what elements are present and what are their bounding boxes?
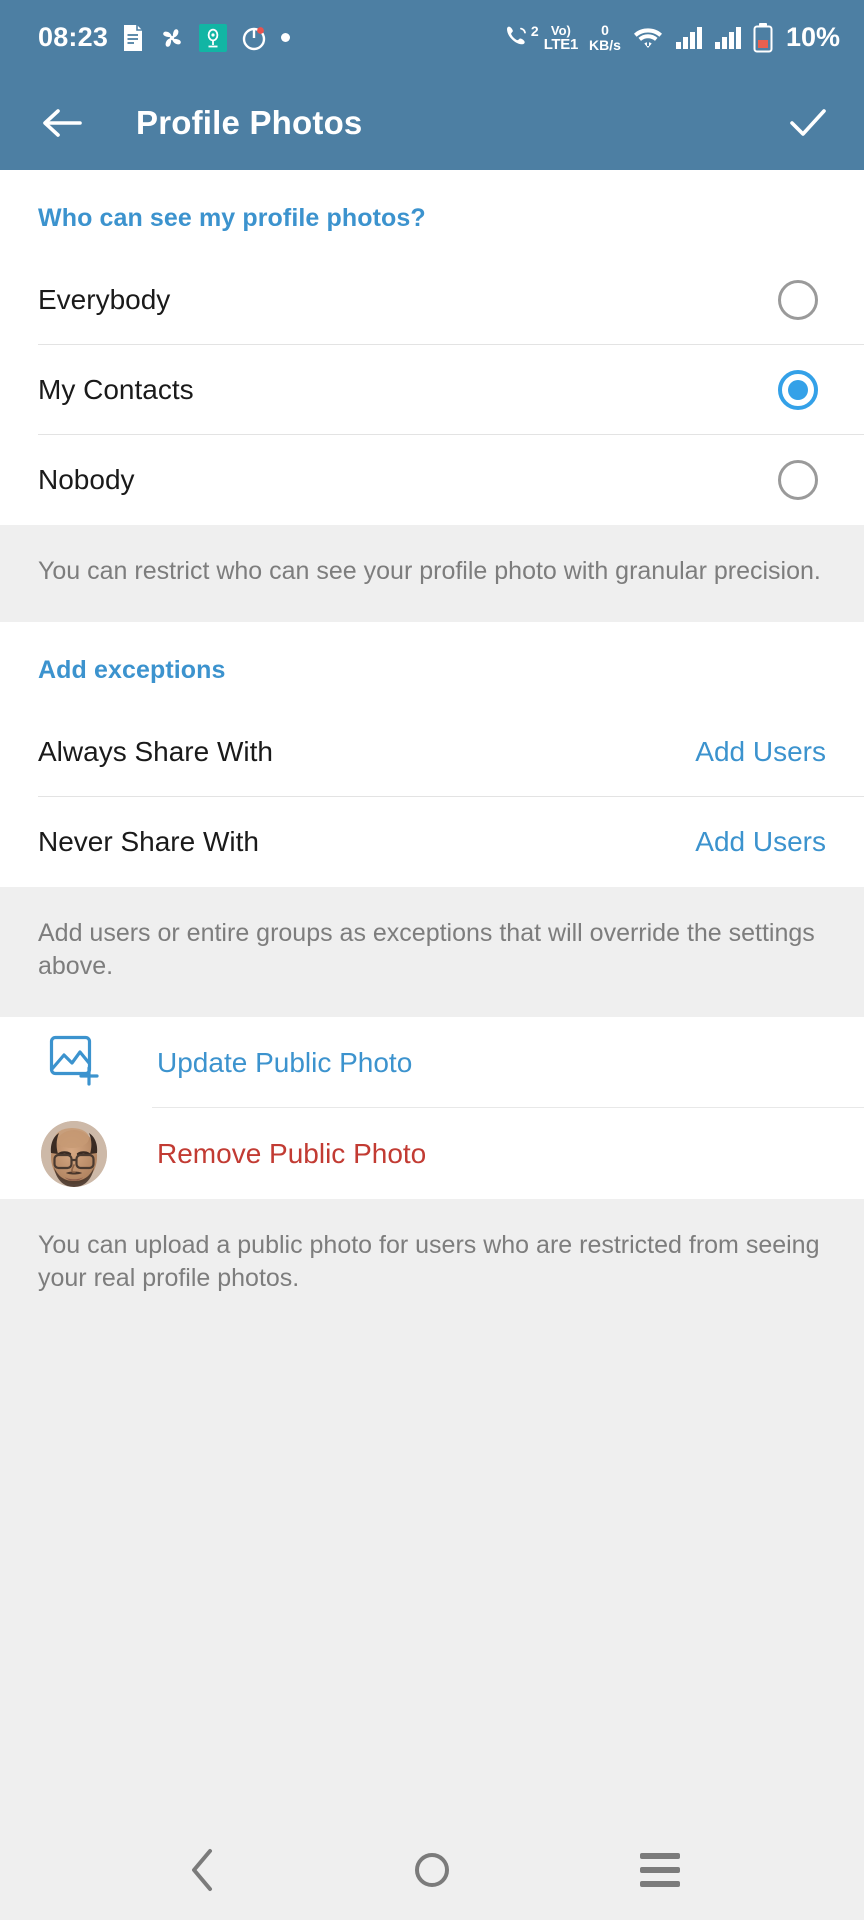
row-label: Never Share With <box>38 826 259 857</box>
add-photo-icon <box>38 1035 110 1091</box>
visibility-note: You can restrict who can see your profil… <box>0 525 864 622</box>
status-bar-clock: 08:23 <box>38 22 109 52</box>
volte-icon: Vo) LTE1 <box>543 22 579 53</box>
page-title: Profile Photos <box>136 103 363 141</box>
exceptions-section-title: Add exceptions <box>38 656 226 684</box>
option-row-everybody[interactable]: Everybody <box>0 255 864 345</box>
document-icon <box>121 24 145 52</box>
option-label: Everybody <box>38 284 171 315</box>
done-button[interactable] <box>780 95 836 151</box>
row-never-share-with[interactable]: Never Share With Add Users <box>0 797 864 887</box>
radio-my-contacts[interactable] <box>778 370 818 410</box>
avatar <box>38 1120 110 1187</box>
remove-public-photo-label: Remove Public Photo <box>157 1137 427 1169</box>
exceptions-note: Add users or entire groups as exceptions… <box>0 887 864 1017</box>
nav-home-button[interactable] <box>396 1834 468 1906</box>
status-bar: 08:23 2 Vo) LTE1 0 KB/s 10% <box>0 0 864 75</box>
visibility-card: Who can see my profile photos? Everybody… <box>0 170 864 525</box>
signal-icon <box>714 26 742 50</box>
back-button[interactable] <box>34 95 90 151</box>
app-bar: Profile Photos <box>0 75 864 170</box>
signal-icon <box>675 26 703 50</box>
network-speed-value: 0 <box>601 21 609 38</box>
network-speed-unit: KB/s <box>589 36 621 53</box>
option-row-nobody[interactable]: Nobody <box>0 435 864 525</box>
row-remove-public-photo[interactable]: Remove Public Photo <box>0 1108 864 1199</box>
arrow-left-icon <box>43 108 82 137</box>
power-timer-icon <box>240 24 268 52</box>
nav-recents-button[interactable] <box>624 1834 696 1906</box>
option-label: My Contacts <box>38 374 194 405</box>
volte-bottom-label: LTE1 <box>543 35 579 53</box>
update-public-photo-label: Update Public Photo <box>157 1046 413 1078</box>
row-always-share-with[interactable]: Always Share With Add Users <box>0 707 864 797</box>
fan-icon <box>158 24 186 52</box>
battery-percent-label: 10% <box>785 22 840 52</box>
public-photo-card: Update Public Photo Remove Public Photo <box>0 1017 864 1199</box>
status-bar-left: 08:23 <box>38 22 291 53</box>
check-icon <box>790 108 826 136</box>
system-nav-bar <box>0 1820 864 1920</box>
call-badge-count: 2 <box>530 22 539 39</box>
option-row-my-contacts[interactable]: My Contacts <box>0 345 864 435</box>
radio-everybody[interactable] <box>778 280 818 320</box>
chevron-left-icon <box>192 1849 212 1891</box>
circle-icon <box>415 1853 449 1887</box>
add-users-button[interactable]: Add Users <box>695 826 826 858</box>
status-bar-right: 2 Vo) LTE1 0 KB/s 10% <box>503 22 840 53</box>
exceptions-card: Add exceptions Always Share With Add Use… <box>0 622 864 887</box>
public-photo-note: You can upload a public photo for users … <box>0 1199 864 1329</box>
radio-nobody[interactable] <box>778 460 818 500</box>
hamburger-icon <box>640 1853 680 1887</box>
wifi-icon <box>632 25 664 51</box>
battery-icon <box>753 22 773 53</box>
row-update-public-photo[interactable]: Update Public Photo <box>0 1017 864 1108</box>
row-label: Always Share With <box>38 736 273 767</box>
volte-top-label: Vo) <box>550 22 571 38</box>
camera-badge-icon <box>199 23 228 52</box>
avatar-photo <box>41 1120 107 1187</box>
call-icon: 2 <box>503 23 539 51</box>
nav-back-button[interactable] <box>168 1834 240 1906</box>
option-label: Nobody <box>38 464 135 495</box>
phone-screen: 08:23 2 Vo) LTE1 0 KB/s 10% Profile Phot… <box>0 0 864 1920</box>
visibility-section-title: Who can see my profile photos? <box>38 204 426 232</box>
add-users-button[interactable]: Add Users <box>695 736 826 768</box>
network-speed-indicator: 0 KB/s <box>589 23 621 52</box>
dot-icon <box>281 33 291 42</box>
settings-content: Who can see my profile photos? Everybody… <box>0 170 864 1820</box>
